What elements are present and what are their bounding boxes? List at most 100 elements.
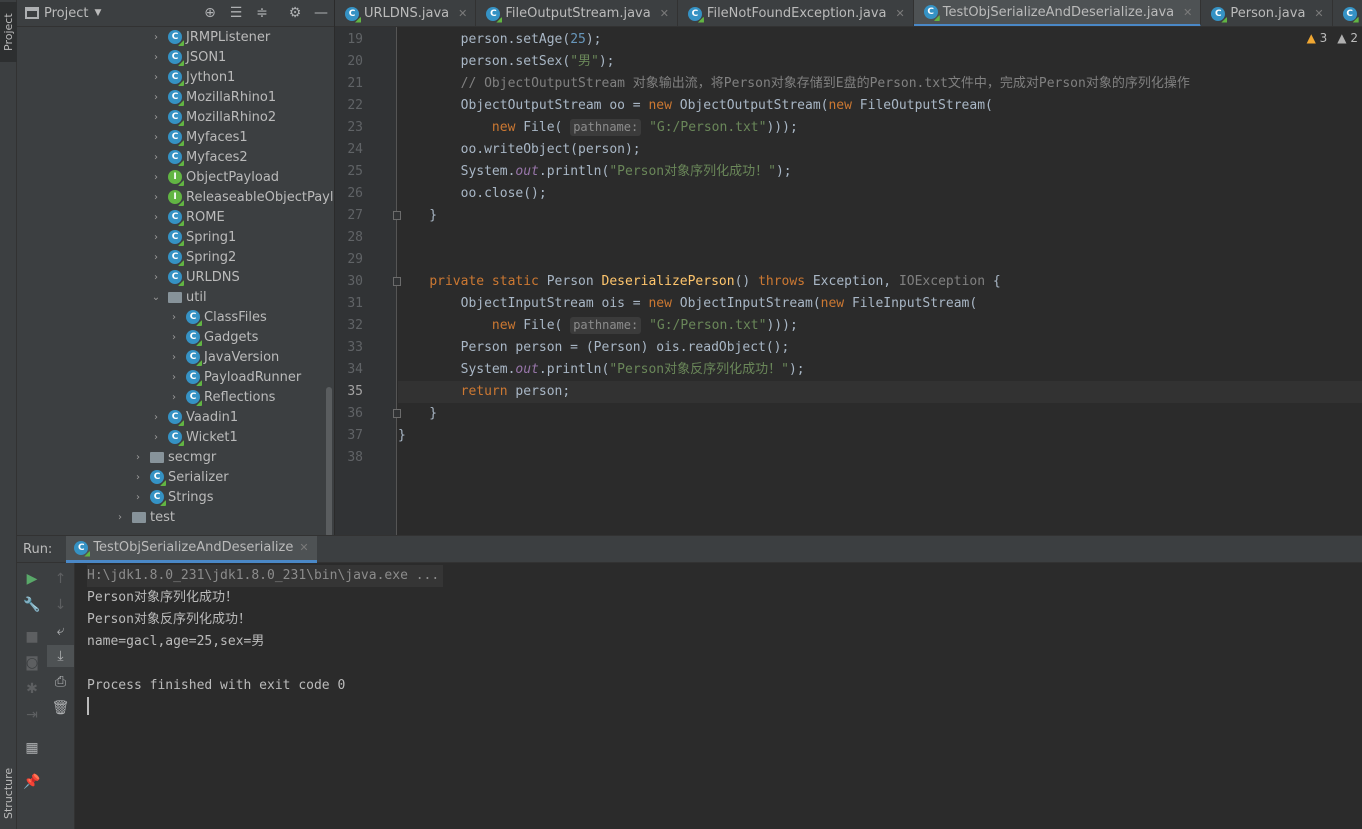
- camera-icon[interactable]: ◙: [17, 652, 47, 674]
- project-view-selector[interactable]: Project: [44, 6, 88, 21]
- tree-item[interactable]: › I ReleaseableObjectPayload: [150, 187, 334, 207]
- chevron-right-icon[interactable]: ›: [150, 172, 162, 183]
- code-line[interactable]: ObjectOutputStream oo = new ObjectOutput…: [398, 95, 1362, 117]
- chevron-right-icon[interactable]: ›: [150, 192, 162, 203]
- print-icon[interactable]: ⎙: [47, 671, 74, 693]
- tree-item[interactable]: › C JRMPListener: [150, 27, 270, 47]
- gear-icon[interactable]: ⚙: [286, 5, 304, 21]
- chevron-right-icon[interactable]: ›: [168, 372, 180, 383]
- code-line[interactable]: oo.close();: [398, 183, 1362, 205]
- chevron-right-icon[interactable]: ›: [150, 112, 162, 123]
- code-line[interactable]: [398, 447, 1362, 469]
- chevron-right-icon[interactable]: ›: [150, 232, 162, 243]
- chevron-right-icon[interactable]: ›: [150, 32, 162, 43]
- weak-warnings-indicator[interactable]: ▲ 2: [1337, 31, 1358, 45]
- pin-icon[interactable]: 📌: [17, 771, 47, 793]
- close-icon[interactable]: ✕: [896, 7, 905, 20]
- tree-item[interactable]: › C MozillaRhino2: [150, 107, 276, 127]
- arrow-up-icon[interactable]: ↑: [47, 568, 74, 590]
- tree-item[interactable]: › C Reflections: [168, 387, 275, 407]
- code-line[interactable]: oo.writeObject(person);: [398, 139, 1362, 161]
- project-tool-window-tab[interactable]: Project: [0, 2, 17, 62]
- layout-icon[interactable]: ▦: [17, 737, 47, 759]
- chevron-right-icon[interactable]: ›: [150, 132, 162, 143]
- close-icon[interactable]: ✕: [458, 7, 467, 20]
- chevron-right-icon[interactable]: ›: [168, 332, 180, 343]
- code-line[interactable]: [398, 227, 1362, 249]
- chevron-right-icon[interactable]: ›: [150, 212, 162, 223]
- wrench-icon[interactable]: 🔧: [17, 594, 47, 616]
- tree-item[interactable]: › C JavaVersion: [168, 347, 279, 367]
- code-line[interactable]: new File( pathname: "G:/Person.txt")));: [398, 117, 1362, 139]
- tree-item[interactable]: › C Jython1: [150, 67, 235, 87]
- editor-tab[interactable]: C URLDNS.java ✕: [335, 0, 477, 26]
- soft-wrap-icon[interactable]: ⤶: [47, 620, 74, 642]
- code-line[interactable]: person.setSex("男");: [398, 51, 1362, 73]
- chevron-right-icon[interactable]: ›: [150, 72, 162, 83]
- scroll-to-end-icon[interactable]: ⤓: [47, 645, 74, 667]
- tree-item[interactable]: › C Spring2: [150, 247, 236, 267]
- tree-item[interactable]: › C Wicket1: [150, 427, 238, 447]
- expand-all-icon[interactable]: ☰: [227, 5, 245, 21]
- debug-icon[interactable]: ✱: [17, 678, 47, 700]
- minimize-icon[interactable]: —: [312, 5, 330, 21]
- tree-item[interactable]: › C MozillaRhino1: [150, 87, 276, 107]
- code-area[interactable]: person.setAge(25); person.setSex("男"); /…: [398, 27, 1362, 535]
- inspection-widget[interactable]: ▲ 3 ▲ 2: [1307, 31, 1358, 45]
- tree-item[interactable]: › C JSON1: [150, 47, 226, 67]
- tree-item[interactable]: ⌄ util: [150, 287, 207, 307]
- chevron-right-icon[interactable]: ›: [150, 272, 162, 283]
- code-line[interactable]: }: [398, 205, 1362, 227]
- chevron-right-icon[interactable]: ›: [150, 152, 162, 163]
- tree-item[interactable]: › C Myfaces2: [150, 147, 248, 167]
- rerun-icon[interactable]: ▶: [17, 568, 47, 590]
- chevron-right-icon[interactable]: ›: [150, 92, 162, 103]
- tree-item[interactable]: › C Vaadin1: [150, 407, 238, 427]
- chevron-right-icon[interactable]: ›: [114, 512, 126, 523]
- tree-item[interactable]: › C Myfaces1: [150, 127, 248, 147]
- code-line[interactable]: }: [398, 425, 1362, 447]
- code-line[interactable]: System.out.println("Person对象反序列化成功！");: [398, 359, 1362, 381]
- code-line[interactable]: private static Person DeserializePerson(…: [398, 271, 1362, 293]
- trash-icon[interactable]: 🗑: [47, 697, 74, 719]
- code-line[interactable]: // ObjectOutputStream 对象输出流，将Person对象存储到…: [398, 73, 1362, 95]
- code-line[interactable]: ObjectInputStream ois = new ObjectInputS…: [398, 293, 1362, 315]
- code-editor[interactable]: 19 20 21 22 23 24 25 26 27 28 29 30 31 32 33 34 35 36 37 38…: [335, 27, 1362, 535]
- code-line[interactable]: new File( pathname: "G:/Person.txt")));: [398, 315, 1362, 337]
- code-line[interactable]: Person person = (Person) ois.readObject(…: [398, 337, 1362, 359]
- code-line[interactable]: System.out.println("Person对象序列化成功！");: [398, 161, 1362, 183]
- tree-item[interactable]: › test: [114, 507, 175, 527]
- editor-tab[interactable]: CURLStreamHandler.j✕: [1333, 0, 1362, 26]
- close-icon[interactable]: ✕: [1183, 6, 1192, 19]
- tree-item[interactable]: › C Gadgets: [168, 327, 258, 347]
- chevron-right-icon[interactable]: ›: [150, 412, 162, 423]
- project-tree[interactable]: › C JRMPListener › C JSON1 › C Jython1 › C MozillaR…: [17, 27, 334, 535]
- code-line[interactable]: return person;: [398, 381, 1362, 403]
- exit-icon[interactable]: ⇥: [17, 704, 47, 726]
- tree-item[interactable]: › I ObjectPayload: [150, 167, 279, 187]
- code-line[interactable]: }: [398, 403, 1362, 425]
- tree-item[interactable]: › C URLDNS: [150, 267, 240, 287]
- warnings-indicator[interactable]: ▲ 3: [1307, 31, 1328, 45]
- tree-item[interactable]: › secmgr: [132, 447, 216, 467]
- tree-item[interactable]: › C ROME: [150, 207, 225, 227]
- editor-tab[interactable]: C Person.java ✕: [1201, 0, 1333, 26]
- chevron-right-icon[interactable]: ›: [168, 392, 180, 403]
- tree-item[interactable]: › C Spring1: [150, 227, 236, 247]
- chevron-down-icon[interactable]: ⌄: [150, 292, 162, 303]
- arrow-down-icon[interactable]: ↓: [47, 594, 74, 616]
- tree-scrollbar[interactable]: [326, 387, 332, 535]
- editor-tab[interactable]: C TestObjSerializeAndDeserialize.java ✕: [913, 0, 1202, 26]
- chevron-right-icon[interactable]: ›: [132, 492, 144, 503]
- close-icon[interactable]: ✕: [299, 541, 308, 554]
- chevron-right-icon[interactable]: ›: [150, 432, 162, 443]
- chevron-right-icon[interactable]: ›: [168, 352, 180, 363]
- run-config-tab[interactable]: C TestObjSerializeAndDeserialize ✕: [66, 535, 317, 563]
- tree-item[interactable]: › C ClassFiles: [168, 307, 267, 327]
- crosshair-icon[interactable]: ⊕: [201, 5, 219, 21]
- tree-item[interactable]: › C PayloadRunner: [168, 367, 301, 387]
- code-line[interactable]: [398, 249, 1362, 271]
- chevron-down-icon[interactable]: ▼: [94, 8, 101, 18]
- collapse-all-icon[interactable]: ≑: [253, 5, 271, 21]
- chevron-right-icon[interactable]: ›: [132, 472, 144, 483]
